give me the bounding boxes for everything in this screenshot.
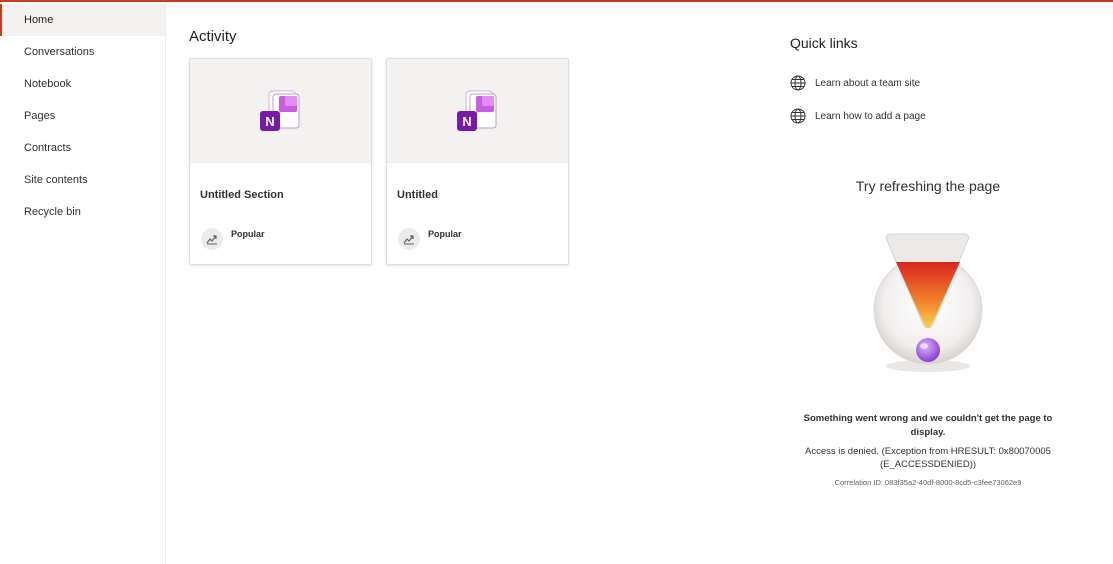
nav-item-contracts[interactable]: Contracts	[0, 132, 165, 164]
nav-item-recycle-bin[interactable]: Recycle bin	[0, 196, 165, 228]
activity-card-untitled-section[interactable]: N Untitled Section Popular	[189, 58, 372, 265]
warning-illustration-icon	[873, 233, 983, 372]
nav-item-home[interactable]: Home	[0, 4, 165, 36]
quick-link-label: Learn how to add a page	[815, 110, 926, 122]
card-title: Untitled Section	[200, 189, 284, 201]
nav-item-label: Conversations	[24, 46, 95, 58]
nav-item-site-contents[interactable]: Site contents	[0, 164, 165, 196]
svg-text:N: N	[462, 114, 471, 129]
card-popular-label: Popular	[428, 229, 462, 239]
card-popular-label: Popular	[231, 229, 265, 239]
nav-item-label: Contracts	[24, 142, 72, 154]
error-message: Something went wrong and we couldn't get…	[803, 413, 1053, 438]
left-navigation: Home Conversations Notebook Pages Contra…	[0, 2, 166, 564]
trending-icon	[398, 228, 420, 250]
nav-item-label: Recycle bin	[24, 206, 81, 218]
error-detail: Access is denied. (Exception from HRESUL…	[805, 446, 1051, 470]
nav-item-conversations[interactable]: Conversations	[0, 36, 165, 68]
nav-item-pages[interactable]: Pages	[0, 100, 165, 132]
activity-heading: Activity	[189, 28, 237, 45]
card-thumbnail: N	[387, 59, 568, 163]
trending-icon	[201, 228, 223, 250]
activity-card-untitled[interactable]: N Untitled Popular	[386, 58, 569, 265]
nav-item-label: Home	[24, 14, 54, 26]
quick-links-heading: Quick links	[790, 35, 858, 51]
quick-link-add-page[interactable]: Learn how to add a page	[790, 107, 926, 125]
correlation-id: Correlation ID: 083f35a2-40df-8000-8cd5-…	[834, 478, 1022, 487]
svg-text:N: N	[265, 114, 274, 129]
quick-link-team-site[interactable]: Learn about a team site	[790, 74, 920, 92]
card-thumbnail: N	[190, 59, 371, 163]
nav-item-label: Site contents	[24, 174, 88, 186]
top-accent-bar	[0, 0, 1113, 2]
globe-icon	[790, 108, 806, 124]
quick-link-label: Learn about a team site	[815, 77, 921, 89]
onenote-icon: N	[260, 90, 300, 131]
nav-item-label: Notebook	[24, 78, 72, 90]
nav-item-notebook[interactable]: Notebook	[0, 68, 165, 100]
card-title: Untitled	[397, 189, 438, 201]
error-heading: Try refreshing the page	[855, 178, 1001, 194]
onenote-icon: N	[457, 90, 497, 131]
nav-item-label: Pages	[24, 110, 56, 122]
globe-icon	[790, 75, 806, 91]
